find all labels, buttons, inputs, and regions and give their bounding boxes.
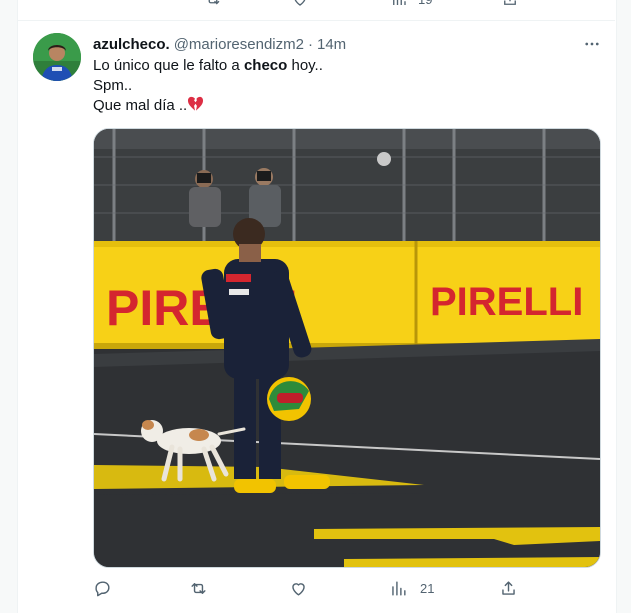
share-icon xyxy=(502,580,515,595)
previous-like-button[interactable] xyxy=(291,0,309,6)
timestamp[interactable]: 14m xyxy=(317,36,346,53)
reply-button[interactable] xyxy=(93,577,124,599)
reply-icon xyxy=(95,580,110,596)
more-button[interactable] xyxy=(581,33,603,55)
previous-tweet-actions: 19 xyxy=(17,0,615,21)
retweet-button[interactable] xyxy=(189,577,220,599)
separator-dot: · xyxy=(307,35,313,53)
share-icon xyxy=(504,0,516,5)
views-count: 21 xyxy=(420,580,435,596)
share-button[interactable] xyxy=(499,577,518,599)
race-photo: PIRELLI PIRELLI xyxy=(94,129,600,567)
avatar[interactable] xyxy=(33,33,81,81)
previous-retweet-button[interactable] xyxy=(204,0,222,6)
user-handle[interactable]: @marioresendizm2 xyxy=(174,36,304,53)
views-icon xyxy=(392,580,406,596)
previous-views-button[interactable]: 19 xyxy=(390,0,432,7)
tweet-actions: 21 xyxy=(93,577,533,599)
views-icon xyxy=(393,0,406,5)
retweet-icon xyxy=(208,0,220,5)
like-icon xyxy=(292,582,305,596)
tweet-header: azulcheco. @marioresendizm2 · 14m xyxy=(93,35,346,53)
tweet-image[interactable]: PIRELLI PIRELLI xyxy=(93,128,601,568)
broken-heart-icon xyxy=(188,96,204,111)
avatar-image xyxy=(33,33,81,81)
display-name[interactable]: azulcheco. xyxy=(93,36,170,53)
retweet-icon xyxy=(191,582,206,594)
views-button[interactable]: 21 xyxy=(389,577,434,599)
previous-share-button[interactable] xyxy=(501,0,519,6)
like-icon xyxy=(294,0,306,6)
like-button[interactable] xyxy=(289,577,320,599)
tweet-text-line-3: Que mal día .. xyxy=(93,96,593,116)
banner-text-right: PIRELLI xyxy=(430,280,583,324)
tweet[interactable]: azulcheco. @marioresendizm2 · 14m Lo úni… xyxy=(17,21,615,613)
tweet-text: Lo único que le falto a checo hoy.. Spm.… xyxy=(93,56,593,116)
previous-views-count: 19 xyxy=(418,0,432,7)
more-icon xyxy=(585,42,599,46)
tweet-text-line-1: Lo único que le falto a checo hoy.. xyxy=(93,57,323,74)
tweet-text-line-2: Spm.. xyxy=(93,77,133,94)
highlighted-word: checo xyxy=(243,57,288,74)
